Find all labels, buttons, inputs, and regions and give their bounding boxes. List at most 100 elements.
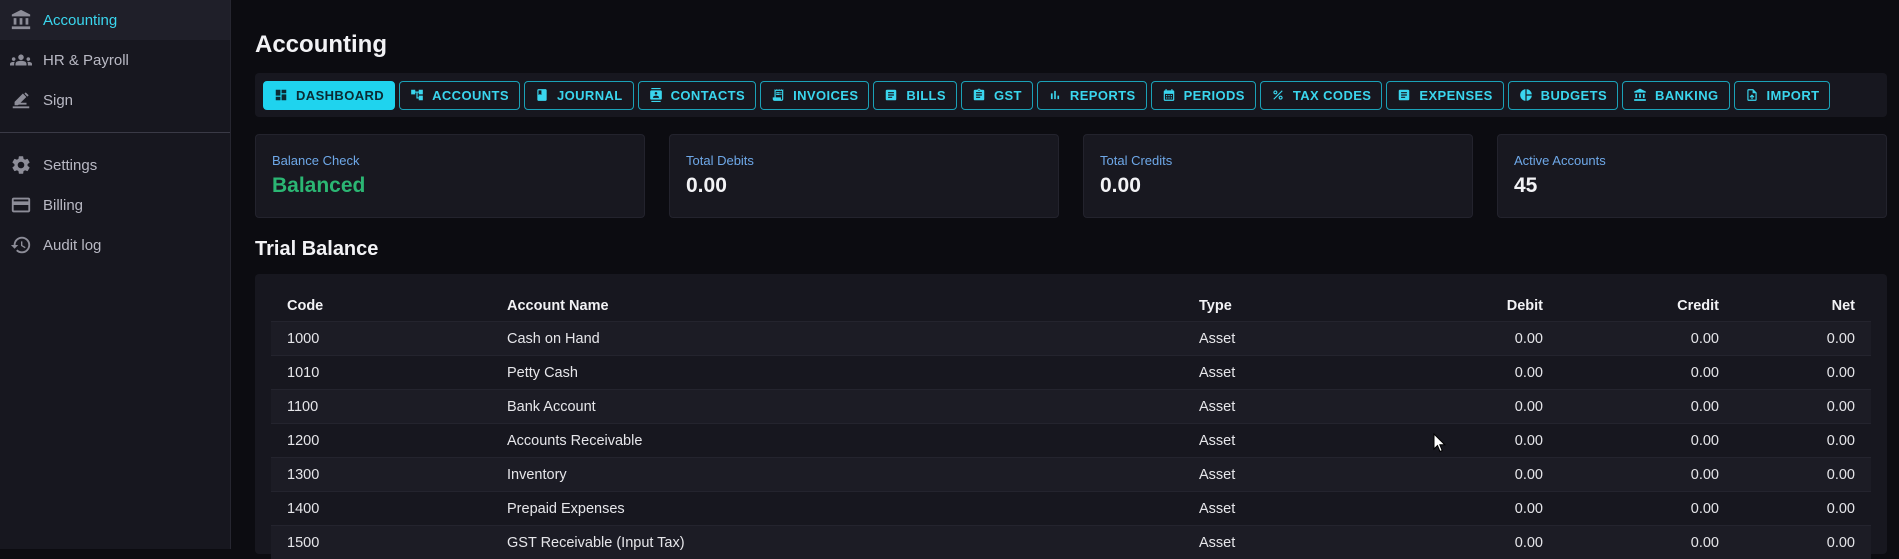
- bank-icon: [1633, 88, 1647, 102]
- table-cell: 0.00: [1559, 424, 1735, 458]
- sidebar-item-label: Audit log: [43, 237, 101, 254]
- file-upload-icon: [1745, 88, 1759, 102]
- tab-contacts[interactable]: CONTACTS: [638, 81, 756, 110]
- card-label: Total Debits: [686, 153, 1042, 168]
- table-cell: Asset: [1183, 492, 1383, 526]
- table-cell: 1500: [271, 526, 491, 559]
- table-cell: Inventory: [491, 458, 1183, 492]
- table-cell: Asset: [1183, 390, 1383, 424]
- table-cell: Asset: [1183, 526, 1383, 559]
- table-header-row: Code Account Name Type Debit Credit Net: [271, 290, 1871, 322]
- trial-balance-table-container: Code Account Name Type Debit Credit Net …: [255, 274, 1887, 554]
- column-header-debit[interactable]: Debit: [1383, 290, 1559, 322]
- table-cell: 1400: [271, 492, 491, 526]
- table-cell: 1100: [271, 390, 491, 424]
- table-cell: Asset: [1183, 458, 1383, 492]
- sidebar-item-billing[interactable]: Billing: [0, 185, 230, 225]
- list-doc-icon: [1397, 88, 1411, 102]
- sidebar-item-accounting[interactable]: Accounting: [0, 0, 230, 40]
- column-header-code[interactable]: Code: [271, 290, 491, 322]
- tab-invoices[interactable]: INVOICES: [760, 81, 869, 110]
- tab-bills[interactable]: BILLS: [873, 81, 957, 110]
- tabs-bar: DASHBOARD ACCOUNTS JOURNAL CONTACTS INVO…: [255, 73, 1887, 117]
- table-cell: 0.00: [1559, 390, 1735, 424]
- table-cell: GST Receivable (Input Tax): [491, 526, 1183, 559]
- bar-chart-icon: [1048, 88, 1062, 102]
- sidebar-item-sign[interactable]: Sign: [0, 80, 230, 120]
- table-cell: 0.00: [1383, 526, 1559, 559]
- table-cell: Asset: [1183, 356, 1383, 390]
- trial-balance-table: Code Account Name Type Debit Credit Net …: [271, 290, 1871, 559]
- tab-reports[interactable]: REPORTS: [1037, 81, 1147, 110]
- table-row[interactable]: 1400Prepaid ExpensesAsset0.000.000.00: [271, 492, 1871, 526]
- card-balance-check: Balance Check Balanced: [255, 134, 645, 218]
- table-row[interactable]: 1500GST Receivable (Input Tax)Asset0.000…: [271, 526, 1871, 559]
- table-cell: 0.00: [1383, 322, 1559, 356]
- calendar-icon: [1162, 88, 1176, 102]
- table-row[interactable]: 1300InventoryAsset0.000.000.00: [271, 458, 1871, 492]
- trial-balance-title: Trial Balance: [255, 238, 378, 261]
- table-row[interactable]: 1200Accounts ReceivableAsset0.000.000.00: [271, 424, 1871, 458]
- table-cell: 0.00: [1383, 424, 1559, 458]
- table-cell: 0.00: [1383, 390, 1559, 424]
- summary-cards: Balance Check Balanced Total Debits 0.00…: [255, 134, 1887, 218]
- table-row[interactable]: 1100Bank AccountAsset0.000.000.00: [271, 390, 1871, 424]
- sidebar-item-hr-payroll[interactable]: HR & Payroll: [0, 40, 230, 80]
- table-cell: 0.00: [1559, 322, 1735, 356]
- tab-import[interactable]: IMPORT: [1734, 81, 1831, 110]
- list-doc-icon: [884, 88, 898, 102]
- percent-icon: [1271, 88, 1285, 102]
- dashboard-icon: [274, 88, 288, 102]
- contact-card-icon: [649, 88, 663, 102]
- account-tree-icon: [410, 88, 424, 102]
- card-value: 0.00: [1100, 174, 1456, 198]
- tab-journal[interactable]: JOURNAL: [524, 81, 634, 110]
- mouse-cursor-icon: [1433, 433, 1447, 453]
- tab-dashboard[interactable]: DASHBOARD: [263, 81, 395, 110]
- table-cell: 0.00: [1559, 458, 1735, 492]
- sidebar-item-label: Billing: [43, 197, 83, 214]
- card-total-debits: Total Debits 0.00: [669, 134, 1059, 218]
- card-total-credits: Total Credits 0.00: [1083, 134, 1473, 218]
- table-cell: 1200: [271, 424, 491, 458]
- card-label: Balance Check: [272, 153, 628, 168]
- table-cell: 0.00: [1735, 390, 1871, 424]
- tab-gst[interactable]: GST: [961, 81, 1033, 110]
- tab-banking[interactable]: BANKING: [1622, 81, 1729, 110]
- card-value: 45: [1514, 174, 1870, 198]
- table-cell: 0.00: [1559, 492, 1735, 526]
- table-cell: 0.00: [1559, 526, 1735, 559]
- table-cell: 0.00: [1383, 356, 1559, 390]
- table-cell: Prepaid Expenses: [491, 492, 1183, 526]
- table-cell: Bank Account: [491, 390, 1183, 424]
- column-header-net[interactable]: Net: [1735, 290, 1871, 322]
- sidebar-item-label: Accounting: [43, 12, 117, 29]
- table-row[interactable]: 1000Cash on HandAsset0.000.000.00: [271, 322, 1871, 356]
- column-header-account-name[interactable]: Account Name: [491, 290, 1183, 322]
- table-cell: 0.00: [1383, 458, 1559, 492]
- tab-expenses[interactable]: EXPENSES: [1386, 81, 1503, 110]
- table-cell: Asset: [1183, 424, 1383, 458]
- table-cell: 0.00: [1735, 458, 1871, 492]
- sidebar-item-audit-log[interactable]: Audit log: [0, 225, 230, 265]
- credit-card-icon: [9, 193, 33, 217]
- table-cell: 0.00: [1735, 322, 1871, 356]
- sidebar-item-settings[interactable]: Settings: [0, 145, 230, 185]
- table-cell: 0.00: [1735, 356, 1871, 390]
- gear-icon: [9, 153, 33, 177]
- table-cell: Accounts Receivable: [491, 424, 1183, 458]
- tab-periods[interactable]: PERIODS: [1151, 81, 1256, 110]
- table-cell: Petty Cash: [491, 356, 1183, 390]
- tab-tax-codes[interactable]: TAX CODES: [1260, 81, 1382, 110]
- column-header-credit[interactable]: Credit: [1559, 290, 1735, 322]
- main-content: Accounting DASHBOARD ACCOUNTS JOURNAL CO…: [231, 0, 1899, 549]
- sign-icon: [9, 88, 33, 112]
- sidebar-item-label: Sign: [43, 92, 73, 109]
- table-cell: 0.00: [1383, 492, 1559, 526]
- people-icon: [9, 48, 33, 72]
- pie-chart-icon: [1519, 88, 1533, 102]
- table-row[interactable]: 1010Petty CashAsset0.000.000.00: [271, 356, 1871, 390]
- tab-budgets[interactable]: BUDGETS: [1508, 81, 1618, 110]
- tab-accounts[interactable]: ACCOUNTS: [399, 81, 520, 110]
- column-header-type[interactable]: Type: [1183, 290, 1383, 322]
